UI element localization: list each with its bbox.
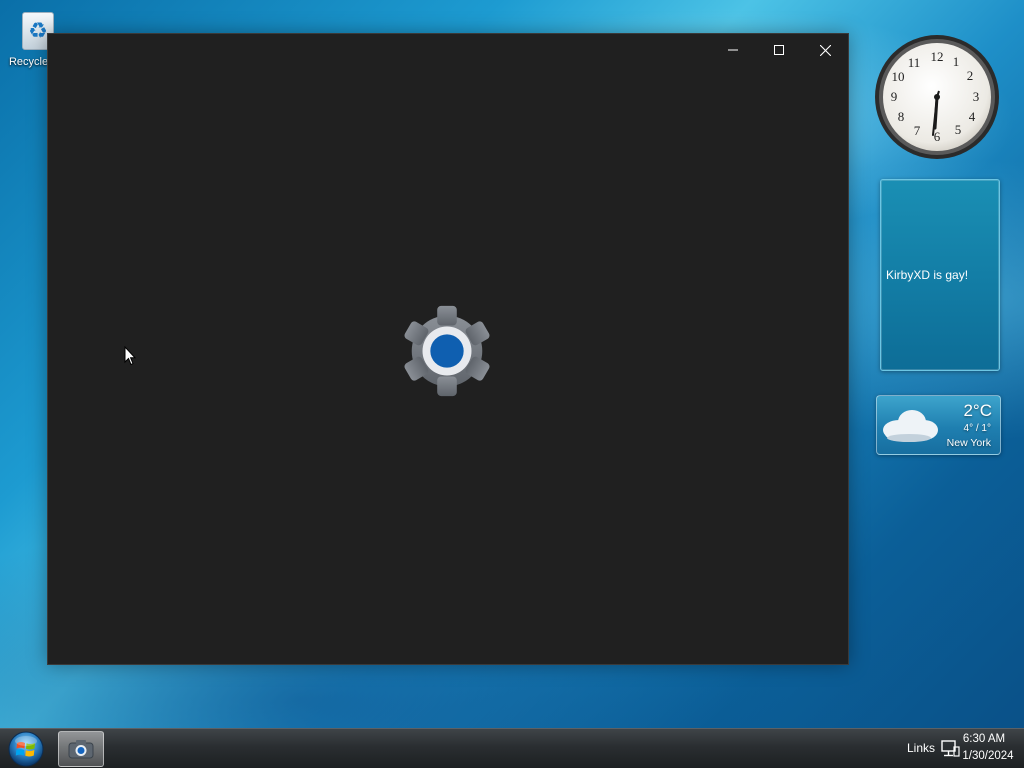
- caption-buttons: [710, 34, 848, 66]
- mouse-cursor-icon: [124, 346, 136, 366]
- taskbar: Links 6:30 AM 1/30/2024: [0, 728, 1024, 768]
- settings-window[interactable]: [47, 33, 849, 665]
- minimize-button[interactable]: [710, 34, 756, 66]
- settings-gear-icon: [404, 305, 490, 397]
- svg-text:1: 1: [953, 54, 960, 69]
- weather-city: New York: [946, 437, 991, 449]
- note-gadget[interactable]: KirbyXD is gay!: [880, 179, 1000, 371]
- svg-text:3: 3: [973, 89, 980, 104]
- note-text: KirbyXD is gay!: [886, 268, 969, 282]
- tray-date[interactable]: 1/30/2024: [957, 750, 1019, 762]
- close-icon: [819, 44, 831, 56]
- weather-gadget[interactable]: 2°C 4° / 1° New York: [876, 395, 1001, 455]
- svg-text:7: 7: [914, 123, 921, 138]
- svg-text:5: 5: [955, 122, 962, 137]
- taskbar-item-camera[interactable]: [58, 731, 104, 767]
- svg-text:8: 8: [898, 109, 905, 124]
- maximize-button[interactable]: [756, 34, 802, 66]
- clock-gadget[interactable]: 12 1 2 3 4 5 6 7 8 9 10 11: [874, 34, 1000, 160]
- maximize-icon: [774, 45, 784, 55]
- weather-range: 4° / 1°: [963, 423, 991, 434]
- svg-text:6: 6: [934, 129, 941, 144]
- minimize-icon: [728, 49, 738, 51]
- svg-text:2: 2: [967, 68, 974, 83]
- close-button[interactable]: [802, 34, 848, 66]
- svg-text:9: 9: [891, 89, 898, 104]
- svg-text:12: 12: [931, 49, 944, 64]
- camera-icon: [68, 740, 94, 759]
- svg-text:11: 11: [908, 55, 921, 70]
- cloud-icon: [883, 410, 938, 442]
- links-toolbar[interactable]: Links: [907, 741, 935, 755]
- svg-text:4: 4: [969, 109, 976, 124]
- start-button[interactable]: [6, 730, 46, 768]
- svg-text:10: 10: [892, 69, 905, 84]
- weather-temperature: 2°C: [963, 401, 992, 420]
- tray-time[interactable]: 6:30 AM: [954, 733, 1014, 745]
